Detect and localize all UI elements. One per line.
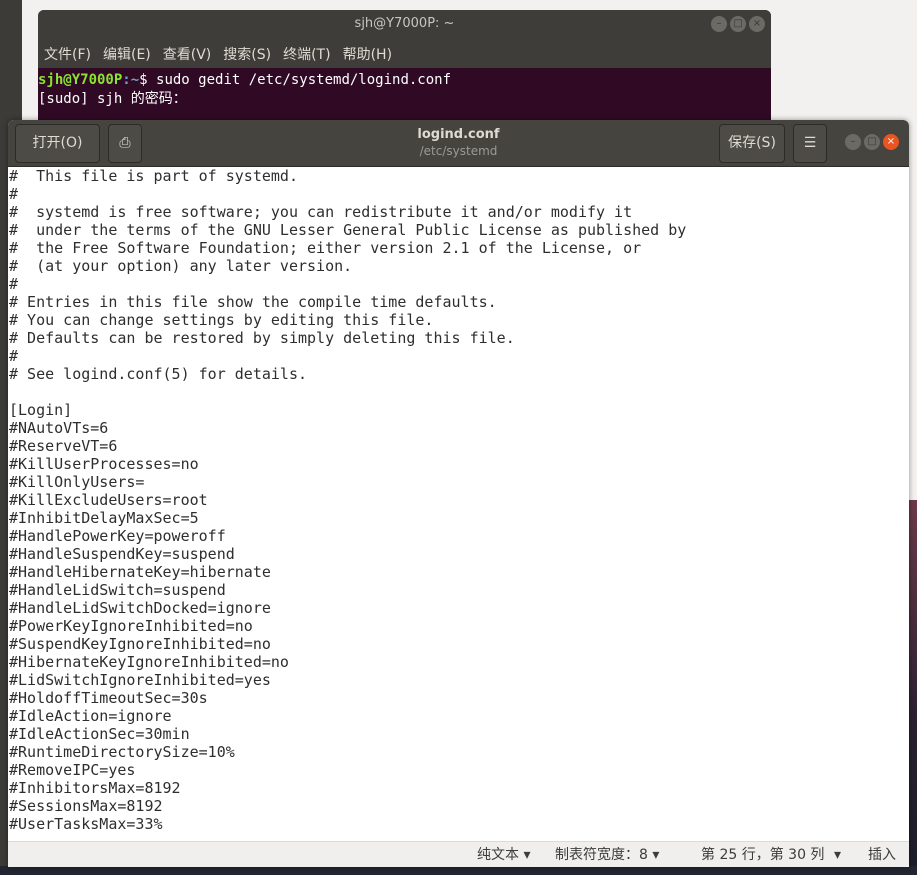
code-line: #SuspendKeyIgnoreInhibited=no [9, 635, 271, 653]
code-line: #InhibitorsMax=8192 [9, 779, 181, 797]
code-line: # You can change settings by editing thi… [9, 311, 434, 329]
code-line: #HandleLidSwitch=suspend [9, 581, 226, 599]
prompt-user: sjh@Y7000P [38, 72, 123, 88]
code-line: # the Free Software Foundation; either v… [9, 239, 642, 257]
chevron-down-icon[interactable]: ▾ [834, 842, 841, 867]
terminal-menubar: 文件(F) 编辑(E) 查看(V) 搜索(S) 终端(T) 帮助(H) [38, 40, 771, 68]
code-line: #SessionsMax=8192 [9, 797, 163, 815]
code-line: # (at your option) any later version. [9, 257, 353, 275]
gedit-window[interactable]: 打开(O) ⎙ logind.conf /etc/systemd 保存(S) ☰… [8, 120, 909, 867]
save-button[interactable]: 保存(S) [719, 124, 785, 163]
sudo-prompt: [sudo] sjh 的密码： [38, 91, 187, 107]
desktop-wallpaper-bottom [0, 866, 917, 875]
syntax-selector[interactable]: 纯文本 ▾ [477, 842, 530, 867]
menu-icon: ☰ [803, 135, 817, 151]
code-line: [Login] [9, 401, 73, 419]
code-line: #PowerKeyIgnoreInhibited=no [9, 617, 253, 635]
code-line: #KillOnlyUsers= [9, 473, 145, 491]
hamburger-menu-button[interactable]: ☰ [793, 124, 827, 163]
terminal-output[interactable]: sjh@Y7000P:~$ sudo gedit /etc/systemd/lo… [38, 68, 771, 109]
tab-width-selector[interactable]: 制表符宽度：8 ▾ [555, 842, 659, 867]
code-line: # [9, 275, 19, 293]
code-line: # This file is part of systemd. [9, 167, 298, 185]
code-line: #HandleLidSwitchDocked=ignore [9, 599, 271, 617]
code-line: #LidSwitchIgnoreInhibited=yes [9, 671, 271, 689]
terminal-title: sjh@Y7000P: ~ [354, 16, 455, 31]
code-line: #HibernateKeyIgnoreInhibited=no [9, 653, 289, 671]
code-line: #IdleAction=ignore [9, 707, 172, 725]
code-line: #IdleActionSec=30min [9, 725, 190, 743]
terminal-window[interactable]: sjh@Y7000P: ~ – □ × 文件(F) 编辑(E) 查看(V) 搜索(S… [38, 10, 771, 125]
code-line: #HandleSuspendKey=suspend [9, 545, 235, 563]
text-editor[interactable]: # This file is part of systemd. # # system… [8, 167, 909, 841]
status-bar: 纯文本 ▾ 制表符宽度：8 ▾ 第 25 行，第 30 列 ▾ 插入 [8, 841, 909, 867]
code-line: # See logind.conf(5) for details. [9, 365, 308, 383]
menu-view[interactable]: 查看(V) [163, 40, 212, 68]
code-line: # Defaults can be restored by simply del… [9, 329, 515, 347]
menu-edit[interactable]: 编辑(E) [103, 40, 151, 68]
menu-terminal[interactable]: 终端(T) [283, 40, 330, 68]
prompt-path: :~ [122, 72, 140, 88]
code-line: #InhibitDelayMaxSec=5 [9, 509, 199, 527]
code-line: #UserTasksMax=33% [9, 815, 163, 833]
close-icon[interactable]: × [883, 134, 899, 150]
code-line: #NAutoVTs=6 [9, 419, 109, 437]
code-line: #RemoveIPC=yes [9, 761, 136, 779]
code-line: #HandlePowerKey=poweroff [9, 527, 226, 545]
minimize-icon[interactable]: – [845, 134, 861, 150]
insert-mode[interactable]: 插入 [868, 842, 896, 867]
code-line: # under the terms of the GNU Lesser Gene… [9, 221, 687, 239]
code-line: #KillUserProcesses=no [9, 455, 199, 473]
code-line: #ReserveVT=6 [9, 437, 118, 455]
close-icon[interactable]: × [749, 16, 765, 32]
code-line: # Entries in this file show the compile … [9, 293, 497, 311]
minimize-icon[interactable]: – [711, 16, 727, 32]
prompt-command: $ sudo gedit /etc/systemd/logind.conf [139, 72, 452, 88]
menu-search[interactable]: 搜索(S) [223, 40, 271, 68]
code-line: # [9, 347, 19, 365]
gedit-headerbar[interactable]: 打开(O) ⎙ logind.conf /etc/systemd 保存(S) ☰… [8, 120, 909, 167]
code-line: # systemd is free software; you can redi… [9, 203, 633, 221]
maximize-icon[interactable]: □ [730, 16, 746, 32]
code-line: # [9, 185, 19, 203]
menu-help[interactable]: 帮助(H) [343, 40, 392, 68]
terminal-titlebar[interactable]: sjh@Y7000P: ~ – □ × [38, 10, 771, 40]
menu-file[interactable]: 文件(F) [44, 40, 91, 68]
code-line: #HoldoffTimeoutSec=30s [9, 689, 208, 707]
code-line: #KillExcludeUsers=root [9, 491, 208, 509]
code-line: #HandleHibernateKey=hibernate [9, 563, 271, 581]
cursor-position[interactable]: 第 25 行，第 30 列 [701, 842, 824, 867]
code-line: #RuntimeDirectorySize=10% [9, 743, 235, 761]
maximize-icon[interactable]: □ [864, 134, 880, 150]
